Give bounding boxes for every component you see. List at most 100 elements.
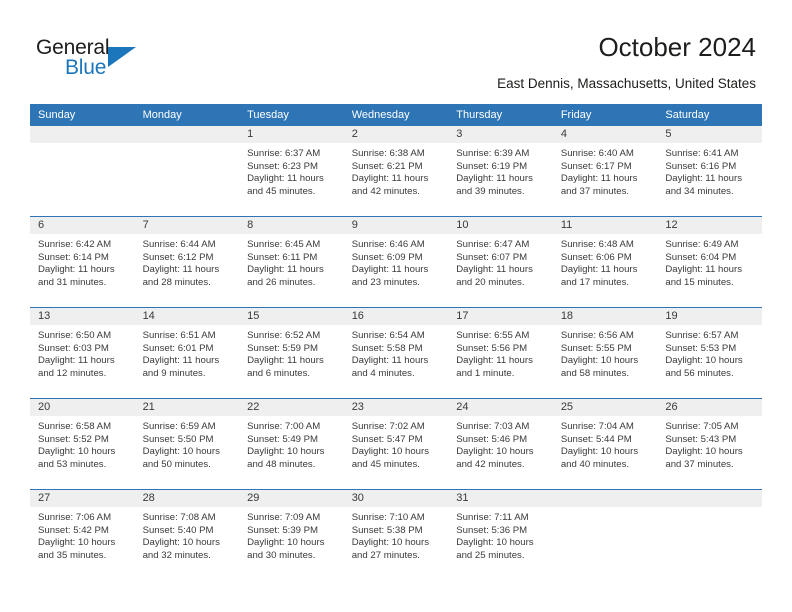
calendar-day-cell-empty [30,126,135,217]
calendar-day-cell-empty [552,489,658,580]
calendar-day-cell[interactable]: 3 Sunrise: 6:39 AM Sunset: 6:19 PM Daylight… [448,126,553,217]
day-detail-sunrise: Sunrise: 6:38 AM [351,148,425,159]
calendar-day-cell[interactable]: 14 Sunrise: 6:51 AM Sunset: 6:01 PM Dayligh… [134,307,240,399]
day-number: 15 [239,308,344,325]
day-details: Sunrise: 6:56 AM Sunset: 5:55 PM Daylight:… [553,325,658,380]
calendar-day-cell[interactable]: 7 Sunrise: 6:44 AM Sunset: 6:12 PM Daylight… [134,216,240,308]
calendar-grid: Sunday Monday Tuesday Wednesday Thursday… [30,104,762,580]
calendar-day-cell[interactable]: 28 Sunrise: 7:08 AM Sunset: 5:40 PM Dayligh… [134,489,240,580]
calendar-day-cell[interactable]: 17 Sunrise: 6:55 AM Sunset: 5:56 PM Dayligh… [448,307,553,399]
day-detail-sunrise: Sunrise: 7:08 AM [142,512,216,523]
day-number-band [134,126,240,143]
day-detail-daylight-line2: and 12 minutes. [38,367,107,379]
day-details: Sunrise: 6:52 AM Sunset: 5:59 PM Daylight:… [239,325,344,380]
day-number: 1 [239,126,344,143]
day-number: 8 [239,217,344,234]
day-number: 28 [134,490,240,507]
weekday-header-tuesday: Tuesday [239,104,344,126]
day-detail-sunset: Sunset: 5:56 PM [456,342,528,354]
day-detail-daylight-line1: Daylight: 11 hours [351,173,429,185]
day-detail-sunset: Sunset: 5:46 PM [456,433,528,445]
calendar-day-cell[interactable]: 31 Sunrise: 7:11 AM Sunset: 5:36 PM Dayligh… [448,489,553,580]
day-detail-daylight-line1: Daylight: 10 hours [665,446,743,458]
day-number: 7 [134,217,240,234]
calendar-day-cell[interactable]: 4 Sunrise: 6:40 AM Sunset: 6:17 PM Daylight… [552,126,658,217]
day-detail-daylight-line1: Daylight: 11 hours [456,173,533,185]
day-details: Sunrise: 6:49 AM Sunset: 6:04 PM Daylight:… [657,234,762,289]
day-number: 10 [448,217,553,234]
calendar-day-cell[interactable]: 25 Sunrise: 7:04 AM Sunset: 5:44 PM Dayligh… [552,398,658,490]
day-number: 20 [30,399,135,416]
calendar-day-cell[interactable]: 15 Sunrise: 6:52 AM Sunset: 5:59 PM Dayligh… [239,307,344,399]
day-detail-daylight-line2: and 39 minutes. [456,185,525,197]
day-details: Sunrise: 7:02 AM Sunset: 5:47 PM Daylight:… [344,416,449,471]
day-detail-daylight-line1: Daylight: 10 hours [456,537,534,549]
day-detail-sunset: Sunset: 6:04 PM [665,251,737,263]
day-details: Sunrise: 7:09 AM Sunset: 5:39 PM Daylight:… [239,507,344,562]
day-detail-sunrise: Sunrise: 7:04 AM [560,421,634,432]
day-details: Sunrise: 7:00 AM Sunset: 5:49 PM Daylight:… [239,416,344,471]
calendar-day-cell[interactable]: 16 Sunrise: 6:54 AM Sunset: 5:58 PM Dayligh… [343,307,449,399]
weekday-header-monday: Monday [134,104,240,126]
calendar-header-row: Sunday Monday Tuesday Wednesday Thursday… [30,104,762,126]
day-number: 29 [239,490,344,507]
calendar-day-cell[interactable]: 18 Sunrise: 6:56 AM Sunset: 5:55 PM Dayligh… [552,307,658,399]
day-detail-daylight-line2: and 17 minutes. [560,276,630,288]
calendar-day-cell[interactable]: 11 Sunrise: 6:48 AM Sunset: 6:06 PM Dayligh… [552,216,658,308]
day-details: Sunrise: 6:42 AM Sunset: 6:14 PM Daylight:… [30,234,135,289]
weekday-header-friday: Friday [552,104,658,126]
day-detail-sunrise: Sunrise: 7:02 AM [351,421,425,432]
day-number: 19 [657,308,762,325]
day-details: Sunrise: 6:50 AM Sunset: 6:03 PM Daylight:… [30,325,135,380]
calendar-day-cell[interactable]: 21 Sunrise: 6:59 AM Sunset: 5:50 PM Dayligh… [134,398,240,490]
calendar-week-row: 6 Sunrise: 6:42 AM Sunset: 6:14 PM Daylight… [30,216,762,308]
day-details: Sunrise: 6:54 AM Sunset: 5:58 PM Daylight:… [344,325,449,380]
day-detail-sunset: Sunset: 6:01 PM [142,342,214,354]
calendar-day-cell[interactable]: 23 Sunrise: 7:02 AM Sunset: 5:47 PM Dayligh… [343,398,449,490]
day-detail-daylight-line1: Daylight: 10 hours [560,446,639,458]
day-detail-daylight-line2: and 50 minutes. [142,458,211,470]
calendar-day-cell[interactable]: 8 Sunrise: 6:45 AM Sunset: 6:11 PM Daylight… [239,216,344,308]
calendar-day-cell-empty [134,126,240,217]
calendar-day-cell[interactable]: 12 Sunrise: 6:49 AM Sunset: 6:04 PM Dayligh… [657,216,762,308]
day-details: Sunrise: 6:44 AM Sunset: 6:12 PM Daylight:… [135,234,240,289]
calendar-day-cell[interactable]: 9 Sunrise: 6:46 AM Sunset: 6:09 PM Daylight… [343,216,449,308]
day-detail-sunset: Sunset: 6:03 PM [38,342,109,354]
calendar-day-cell[interactable]: 19 Sunrise: 6:57 AM Sunset: 5:53 PM Dayligh… [657,307,762,399]
calendar-day-cell[interactable]: 24 Sunrise: 7:03 AM Sunset: 5:46 PM Dayligh… [448,398,553,490]
day-detail-sunset: Sunset: 5:52 PM [38,433,109,445]
day-detail-daylight-line2: and 31 minutes. [38,276,107,288]
calendar-day-cell[interactable]: 1 Sunrise: 6:37 AM Sunset: 6:23 PM Daylight… [239,126,344,217]
day-detail-sunrise: Sunrise: 6:47 AM [456,239,530,250]
day-detail-daylight-line1: Daylight: 11 hours [456,264,533,276]
calendar-day-cell[interactable]: 2 Sunrise: 6:38 AM Sunset: 6:21 PM Daylight… [343,126,449,217]
calendar-day-cell[interactable]: 6 Sunrise: 6:42 AM Sunset: 6:14 PM Daylight… [30,216,135,308]
calendar-day-cell[interactable]: 10 Sunrise: 6:47 AM Sunset: 6:07 PM Dayligh… [448,216,553,308]
day-number-band [657,490,762,507]
calendar-day-cell[interactable]: 29 Sunrise: 7:09 AM Sunset: 5:39 PM Dayligh… [239,489,344,580]
day-details: Sunrise: 6:40 AM Sunset: 6:17 PM Daylight:… [553,143,658,198]
day-detail-sunrise: Sunrise: 6:57 AM [665,330,739,341]
day-detail-sunset: Sunset: 6:12 PM [142,251,214,263]
brand-logo[interactable]: General Blue [36,36,256,88]
calendar-day-cell[interactable]: 22 Sunrise: 7:00 AM Sunset: 5:49 PM Dayligh… [239,398,344,490]
day-details: Sunrise: 6:46 AM Sunset: 6:09 PM Daylight:… [344,234,449,289]
day-detail-daylight-line2: and 58 minutes. [560,367,630,379]
calendar-day-cell[interactable]: 27 Sunrise: 7:06 AM Sunset: 5:42 PM Dayligh… [30,489,135,580]
day-detail-sunset: Sunset: 5:39 PM [247,524,319,536]
day-number: 21 [134,399,240,416]
calendar-day-cell[interactable]: 13 Sunrise: 6:50 AM Sunset: 6:03 PM Dayligh… [30,307,135,399]
day-details: Sunrise: 6:38 AM Sunset: 6:21 PM Daylight:… [344,143,449,198]
day-detail-sunset: Sunset: 5:44 PM [560,433,632,445]
day-detail-daylight-line2: and 45 minutes. [247,185,316,197]
day-detail-sunrise: Sunrise: 7:10 AM [351,512,425,523]
day-detail-sunset: Sunset: 5:53 PM [665,342,737,354]
calendar-day-cell[interactable]: 20 Sunrise: 6:58 AM Sunset: 5:52 PM Dayligh… [30,398,135,490]
calendar-day-cell[interactable]: 30 Sunrise: 7:10 AM Sunset: 5:38 PM Dayligh… [343,489,449,580]
day-detail-sunset: Sunset: 5:50 PM [142,433,214,445]
brand-name-blue: Blue [65,56,107,79]
day-detail-daylight-line2: and 15 minutes. [665,276,734,288]
day-detail-sunset: Sunset: 5:43 PM [665,433,737,445]
calendar-day-cell[interactable]: 5 Sunrise: 6:41 AM Sunset: 6:16 PM Daylight… [657,126,762,217]
calendar-day-cell[interactable]: 26 Sunrise: 7:05 AM Sunset: 5:43 PM Dayligh… [657,398,762,490]
